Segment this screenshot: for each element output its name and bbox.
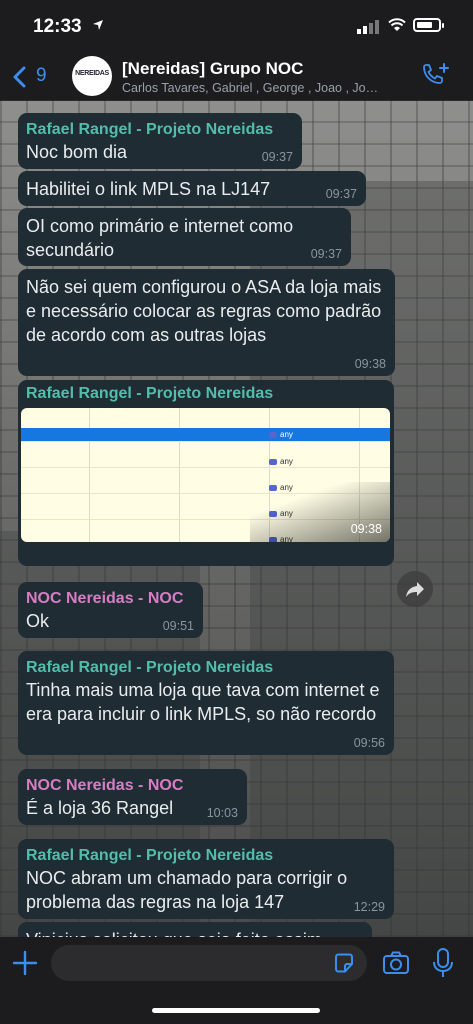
message-text: Não sei quem configurou o ASA da loja ma…: [26, 277, 382, 345]
sticker-icon[interactable]: [332, 951, 356, 975]
chat-area[interactable]: Rafael Rangel - Projeto Nereidas Noc bom…: [0, 101, 473, 937]
message-time: 09:37: [261, 150, 293, 164]
wifi-icon: [388, 18, 406, 31]
message-sender: Rafael Rangel - Projeto Nereidas: [26, 847, 274, 864]
home-indicator: [152, 1008, 320, 1013]
unread-count: 9: [36, 65, 47, 86]
message-text: Noc bom dia: [26, 142, 128, 162]
message-sender: NOC Nereidas - NOC: [26, 590, 184, 607]
chat-header: 9 NEREIDAS [Nereidas] Grupo NOC Carlos T…: [0, 50, 473, 101]
compose-bar: [0, 937, 473, 1024]
message-time: 09:37: [310, 247, 342, 261]
message-time: 12:29: [353, 900, 385, 914]
message-sender: Rafael Rangel - Projeto Nereidas: [26, 121, 274, 138]
status-time: 12:33: [33, 16, 82, 37]
message-sender: Rafael Rangel - Projeto Nereidas: [26, 385, 274, 402]
message-text: Habilitei o link MPLS na LJ147: [26, 179, 271, 199]
message-sender: Rafael Rangel - Projeto Nereidas: [26, 659, 274, 676]
message-bubble[interactable]: Rafael Rangel - Projeto Nereidas NOC abr…: [18, 839, 394, 919]
chevron-left-icon: [13, 66, 26, 88]
message-input[interactable]: [51, 945, 367, 981]
message-time: 09:51: [162, 619, 194, 633]
message-bubble[interactable]: Não sei quem configurou o ASA da loja ma…: [18, 269, 395, 376]
group-avatar[interactable]: NEREIDAS: [72, 56, 112, 96]
message-bubble[interactable]: NOC Nereidas - NOC Ok 09:51: [18, 582, 203, 638]
message-text: Vinicius solicitou que seja feito assim: [26, 928, 363, 937]
image-message-bubble[interactable]: Rafael Rangel - Projeto Nereidas any any…: [18, 380, 394, 566]
message-sender: NOC Nereidas - NOC: [26, 777, 184, 794]
message-time: 09:37: [325, 187, 357, 201]
message-text: NOC abram um chamado para corrigir o pro…: [26, 868, 348, 912]
message-time: 09:56: [353, 736, 385, 750]
microphone-icon[interactable]: [432, 948, 454, 978]
forward-button[interactable]: [397, 571, 433, 607]
screenshot-image[interactable]: any any any any any 09:38: [21, 408, 390, 542]
message-time: 09:38: [354, 357, 386, 371]
message-text: Tinha mais uma loja que tava com interne…: [26, 680, 380, 724]
chat-title[interactable]: [Nereidas] Grupo NOC: [122, 59, 303, 79]
message-time: 10:03: [206, 806, 238, 820]
participants-list[interactable]: Carlos Tavares, Gabriel , George , Joao …: [122, 81, 417, 95]
location-arrow-icon: [93, 20, 103, 30]
message-time: 09:38: [350, 522, 382, 536]
message-bubble[interactable]: Habilitei o link MPLS na LJ147 09:37: [18, 171, 366, 206]
add-call-icon[interactable]: [420, 62, 450, 90]
forward-icon: [406, 582, 424, 597]
attach-plus-icon[interactable]: [12, 950, 38, 976]
avatar-logo-text: NEREIDAS: [75, 70, 109, 77]
battery-icon: [413, 18, 444, 32]
message-bubble[interactable]: NOC Nereidas - NOC É a loja 36 Rangel 10…: [18, 769, 247, 825]
image-cell-label: any: [269, 430, 293, 439]
back-button[interactable]: 9: [12, 62, 52, 88]
message-bubble[interactable]: Vinicius solicitou que seja feito assim: [18, 922, 372, 937]
message-bubble[interactable]: Rafael Rangel - Projeto Nereidas Noc bom…: [18, 113, 302, 169]
image-cell-label: any: [269, 457, 293, 466]
camera-icon[interactable]: [382, 950, 410, 976]
signal-icon: [357, 20, 379, 34]
message-bubble[interactable]: Rafael Rangel - Projeto Nereidas Tinha m…: [18, 651, 394, 755]
message-bubble[interactable]: OI como primário e internet como secundá…: [18, 208, 351, 266]
status-bar: 12:33: [0, 0, 473, 50]
message-text: OI como primário e internet como secundá…: [26, 216, 294, 260]
